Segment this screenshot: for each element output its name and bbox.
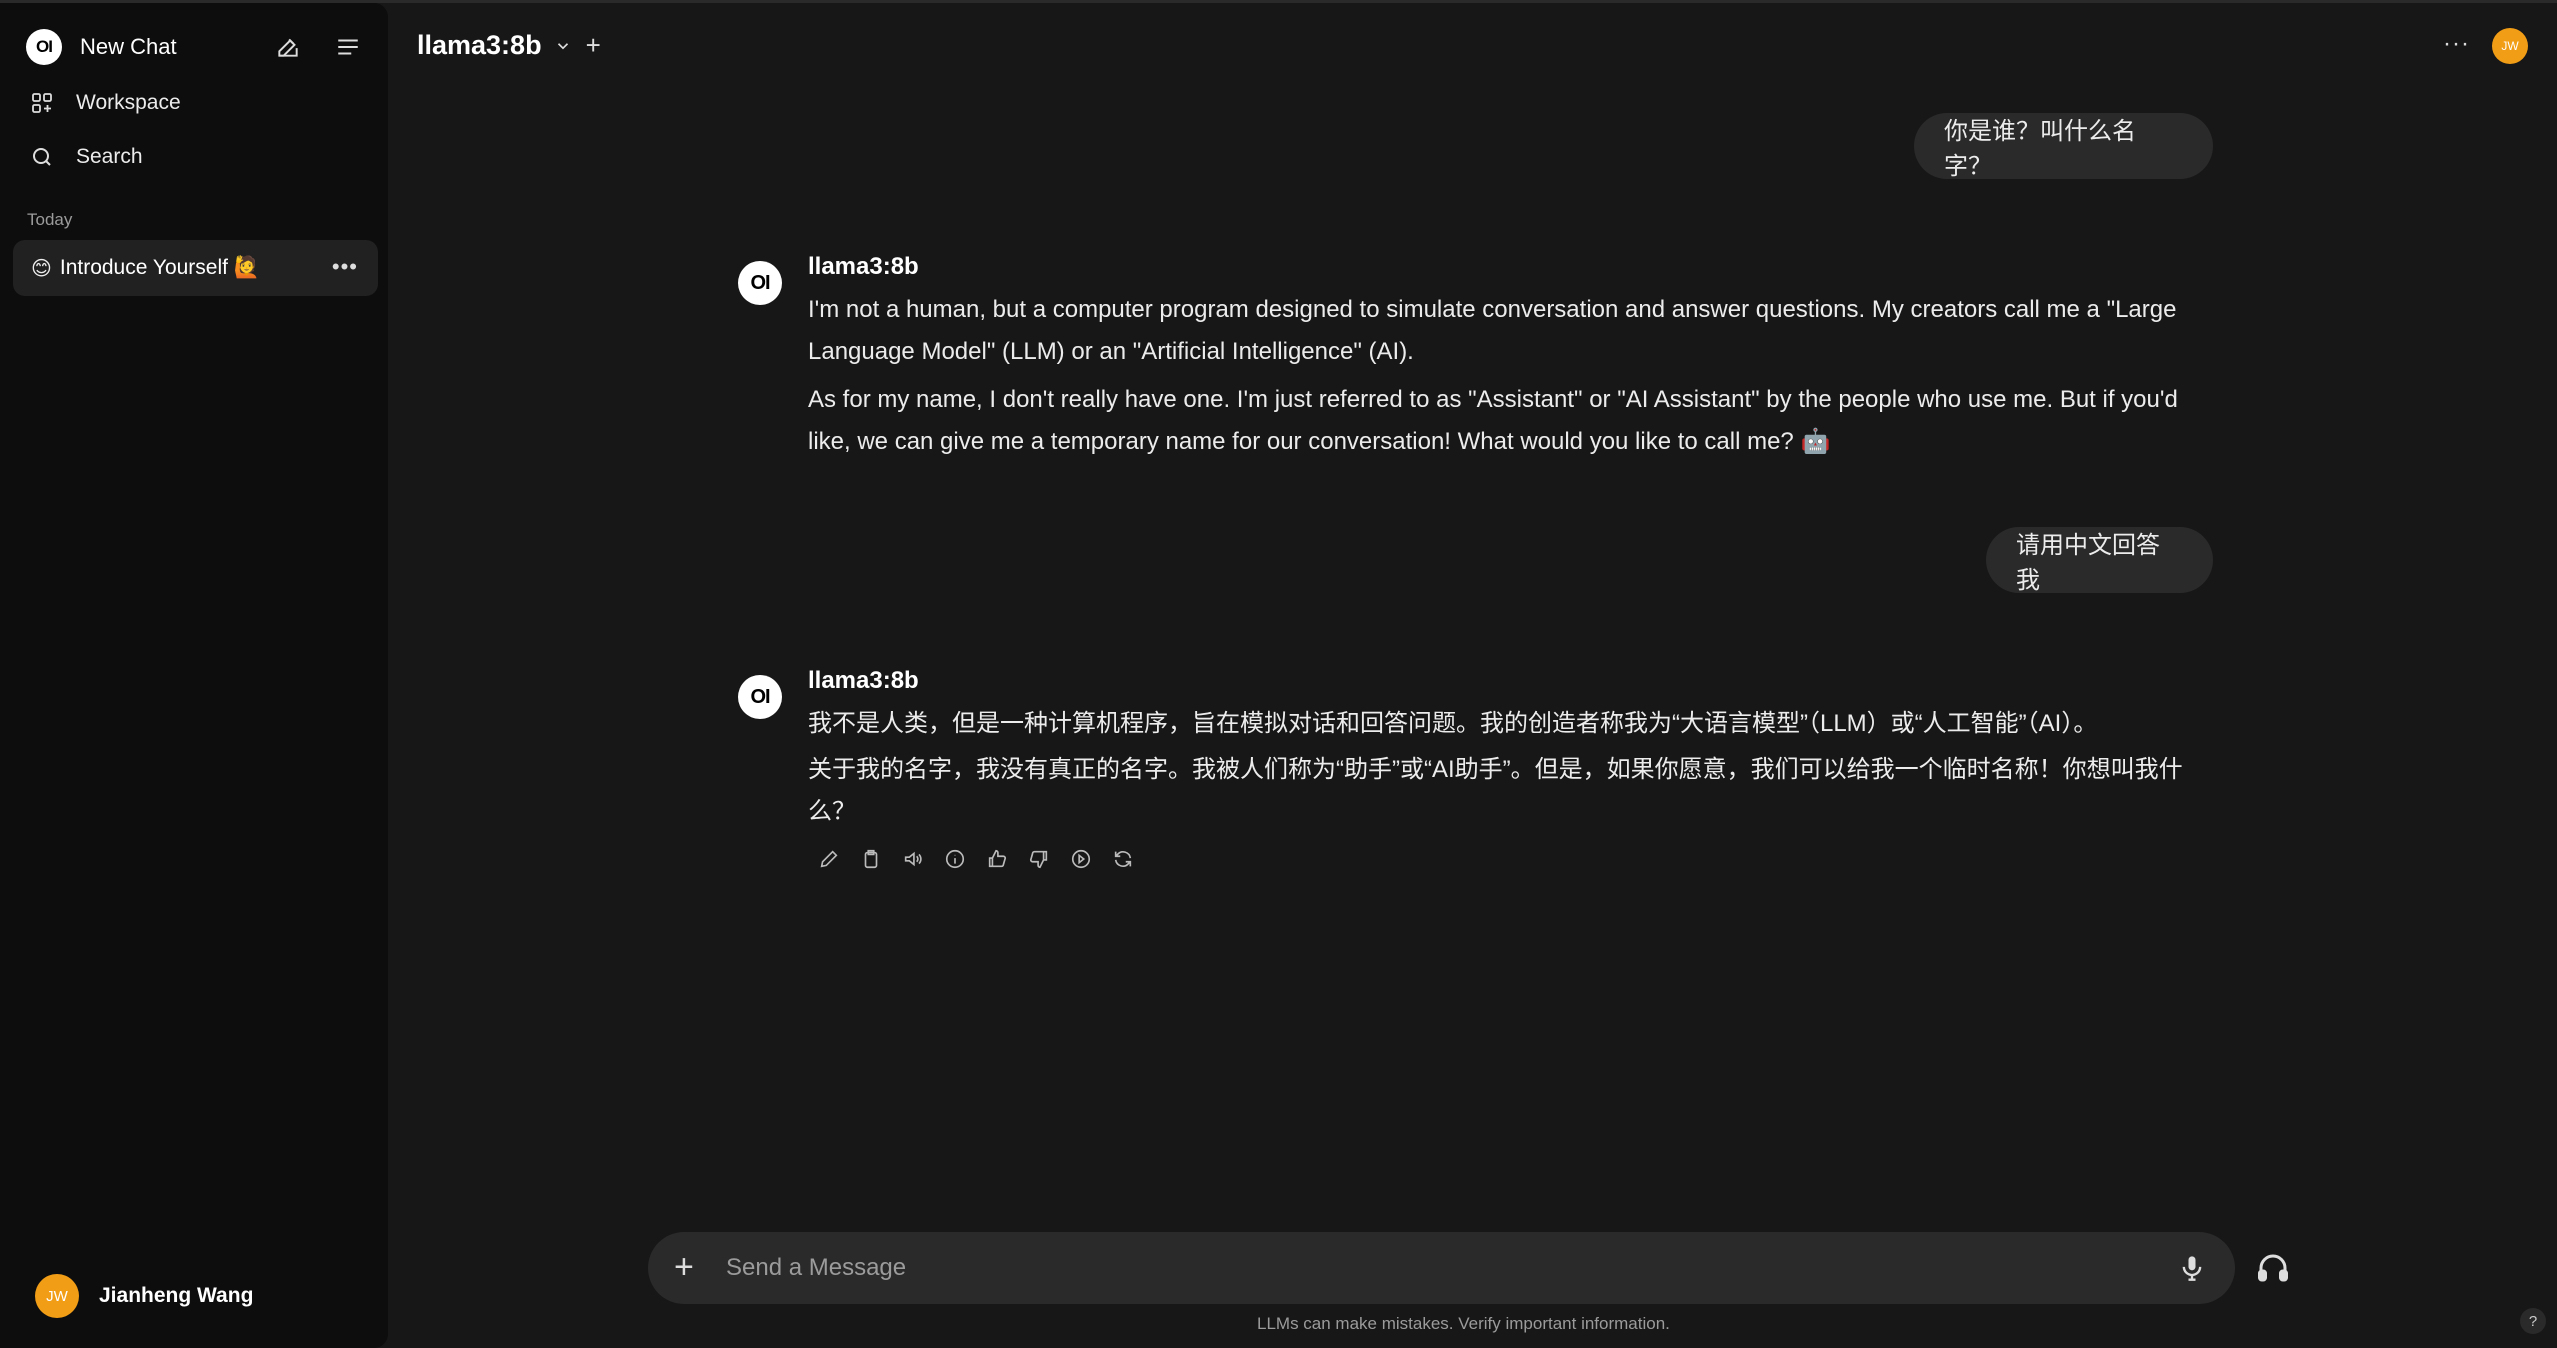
search-label: Search [76,145,143,168]
edit-icon[interactable] [808,841,850,877]
disclaimer-text: LLMs can make mistakes. Verify important… [1257,1314,1670,1333]
regenerate-icon[interactable] [1102,841,1144,877]
chat-list-item[interactable]: 😊 Introduce Yourself 🙋 ••• [13,240,378,296]
chevron-down-icon [557,42,568,49]
workspace-label: Workspace [76,91,181,114]
continue-icon[interactable] [1060,841,1102,877]
thumbs-down-icon[interactable] [1018,841,1060,877]
sidebar-item-workspace[interactable]: Workspace [30,91,181,115]
new-chat-button[interactable]: OI New Chat [26,29,177,65]
chat-title: Introduce Yourself 🙋 [59,256,260,279]
message-composer: + [648,1232,2235,1304]
read-aloud-icon[interactable] [892,841,934,877]
headphones-icon[interactable] [2255,1250,2291,1291]
message-actions [808,841,1144,877]
app-logo: OI [26,29,62,65]
new-chat-label: New Chat [80,34,177,59]
message-paragraph: 我不是人类，但是一种计算机程序，旨在模拟对话和回答问题。我的创造者称我为“大语言… [808,710,2098,737]
model-selector[interactable]: llama3:8b + [417,30,601,61]
assistant-model-name: llama3:8b [808,253,919,280]
header-avatar[interactable]: JW [2492,28,2528,64]
help-button[interactable]: ? [2520,1308,2546,1334]
chat-emoji: 😊 [31,257,52,280]
user-name: Jianheng Wang [99,1284,254,1307]
info-icon[interactable] [934,841,976,877]
avatar: JW [35,1274,79,1318]
sidebar: OI New Chat Workspace Search Today 😊 Int… [0,3,388,1348]
message-input[interactable] [726,1248,2106,1288]
sidebar-toggle-icon[interactable] [330,29,366,65]
add-model-icon[interactable]: + [586,30,601,61]
workspace-icon [32,93,52,113]
window-top-border [0,0,2557,3]
user-message: 请用中文回答我 [1986,527,2213,594]
section-label-today: Today [27,210,73,229]
sidebar-item-search[interactable]: Search [30,145,143,169]
model-name: llama3:8b [417,30,542,60]
search-icon [33,148,51,166]
assistant-avatar: OI [738,261,782,305]
attach-plus-icon[interactable]: + [674,1248,694,1287]
user-message: 你是谁？叫什么名字？ [1914,113,2213,180]
thumbs-up-icon[interactable] [976,841,1018,877]
message-paragraph: 关于我的名字，我没有真正的名字。我被人们称为“助手”或“AI助手”。但是，如果你… [808,756,2183,825]
more-options-icon[interactable]: ··· [2443,30,2470,58]
assistant-model-name: llama3:8b [808,667,919,694]
chat-options-icon[interactable]: ••• [332,254,358,280]
microphone-icon[interactable] [2178,1252,2206,1289]
compose-icon[interactable] [270,29,306,65]
message-paragraph: As for my name, I don't really have one.… [808,386,2178,455]
assistant-avatar: OI [738,675,782,719]
user-menu[interactable]: JW Jianheng Wang [35,1274,253,1318]
message-paragraph: I'm not a human, but a computer program … [808,296,2177,365]
copy-icon[interactable] [850,841,892,877]
